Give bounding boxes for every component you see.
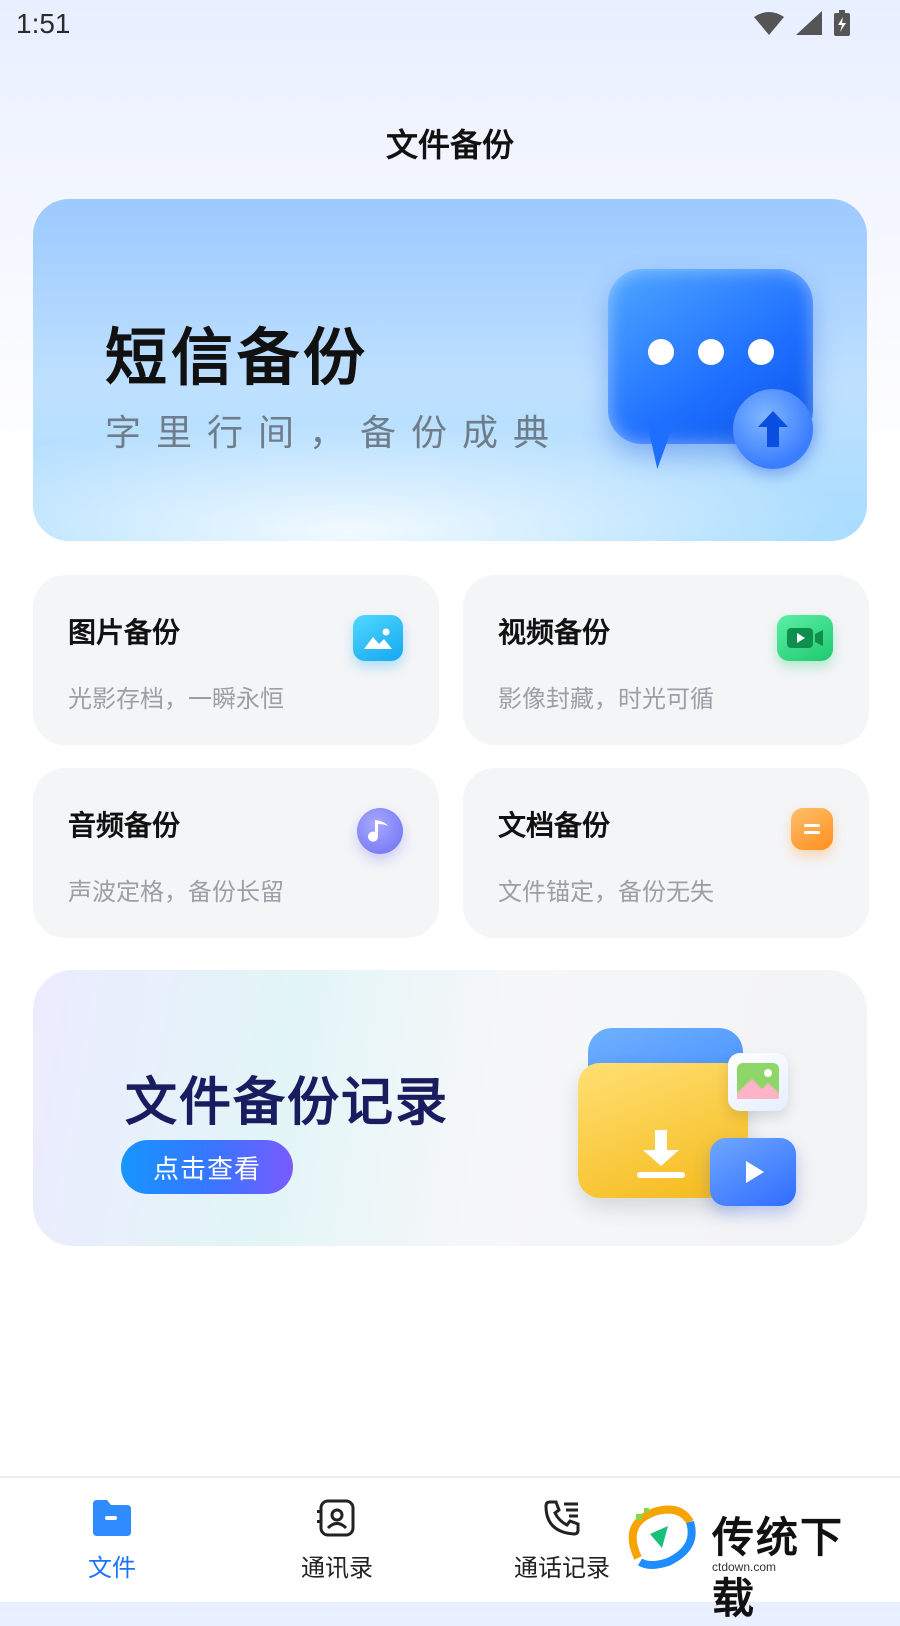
audio-backup-card[interactable]: 音频备份 声波定格，备份长留 [33,768,439,938]
upload-arrow-icon [733,389,813,469]
sms-backup-subtitle: 字里行间，备份成典 [105,413,565,454]
page-title: 文件备份 [385,126,514,164]
music-note-icon [357,808,403,854]
card-subtitle: 声波定格，备份长留 [68,878,284,906]
sms-backup-banner[interactable]: 短信备份 字里行间，备份成典 [33,199,867,541]
picture-icon [728,1053,788,1111]
call-log-icon [544,1500,580,1536]
nav-call-log[interactable]: 通话记录 [502,1498,622,1583]
bubble-dot [748,339,774,365]
document-icon [791,808,833,850]
video-camera-icon [777,615,833,661]
nav-label: 文件 [88,1554,136,1582]
sms-backup-title: 短信备份 [105,321,370,394]
backup-record-title: 文件备份记录 [125,1073,450,1133]
backup-record-banner[interactable]: 文件备份记录 点击查看 [33,970,867,1246]
bubble-dot [648,339,674,365]
nav-label: 通讯录 [301,1554,373,1582]
bubble-dot [698,339,724,365]
image-icon [353,615,403,661]
play-icon [710,1138,796,1206]
card-subtitle: 光影存档，一瞬永恒 [68,685,284,713]
battery-icon [834,10,850,36]
signal-icon [796,11,822,35]
nav-files[interactable]: 文件 [52,1498,172,1583]
card-title: 音频备份 [68,809,181,842]
nav-label: 通话记录 [514,1554,610,1582]
folder-illustration-icon [578,1028,796,1206]
contacts-icon [317,1499,355,1537]
bubble-tail [629,421,675,469]
folder-icon [93,1500,131,1536]
image-backup-card[interactable]: 图片备份 光影存档，一瞬永恒 [33,575,439,745]
card-title: 文档备份 [498,809,611,842]
watermark: 传统下载 ctdown.com [628,1498,878,1623]
card-title: 视频备份 [498,616,611,649]
view-records-button[interactable]: 点击查看 [121,1140,293,1194]
card-title: 图片备份 [68,616,181,649]
wifi-icon [754,12,784,35]
status-time: 1:51 [16,8,71,39]
watermark-logo-icon [628,1505,696,1569]
card-subtitle: 影像封藏，时光可循 [498,685,714,713]
status-bar: 1:51 [0,0,900,50]
video-backup-card[interactable]: 视频备份 影像封藏，时光可循 [463,575,869,745]
watermark-url: ctdown.com [712,1560,777,1574]
document-backup-card[interactable]: 文档备份 文件锚定，备份无失 [463,768,869,938]
card-subtitle: 文件锚定，备份无失 [498,878,714,906]
nav-contacts[interactable]: 通讯录 [277,1498,397,1583]
status-icons [754,10,850,36]
